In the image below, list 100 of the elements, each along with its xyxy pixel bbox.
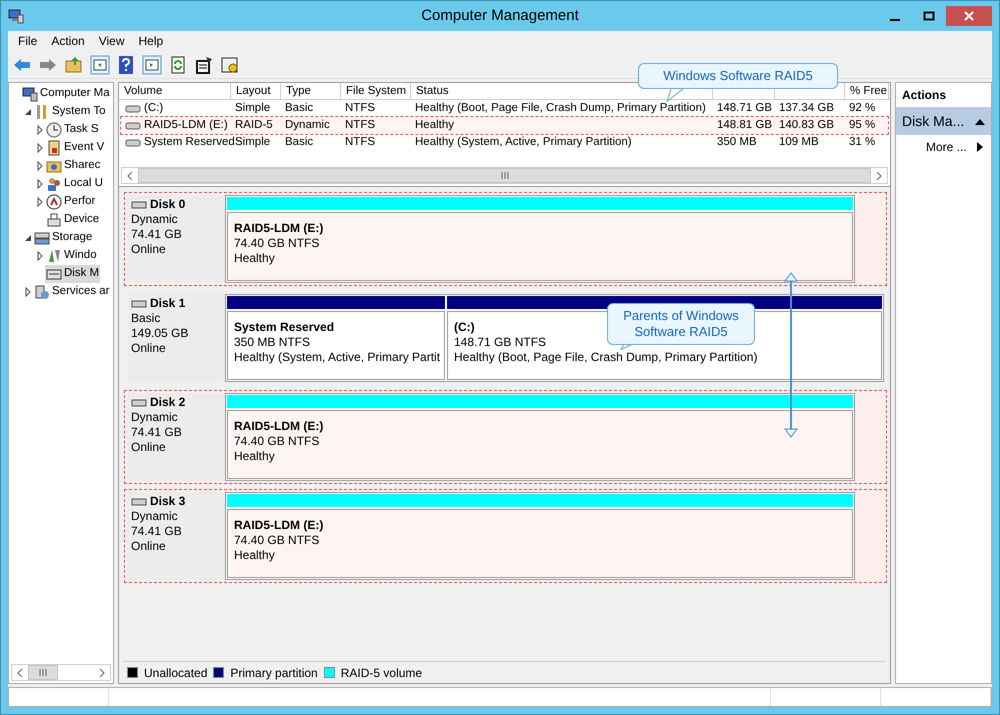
- tree-item[interactable]: Event V: [45, 139, 106, 157]
- performance-icon: [46, 194, 62, 210]
- properties-icon[interactable]: [194, 54, 214, 74]
- computer-management-icon: [8, 8, 24, 24]
- column-header[interactable]: Layout: [231, 83, 281, 99]
- action-link[interactable]: More ...: [896, 135, 983, 156]
- partition-panel[interactable]: RAID5-LDM (E:) 74.40 GB NTFS Healthy: [227, 410, 853, 479]
- tree-item[interactable]: Storage: [33, 229, 94, 247]
- settings-icon[interactable]: [220, 54, 240, 74]
- tree-item[interactable]: Device: [45, 211, 100, 229]
- disk-size: 74.41 GB: [131, 425, 183, 440]
- tree-item[interactable]: Computer Ma: [21, 85, 111, 103]
- expander-icon[interactable]: [35, 161, 45, 171]
- action-pane-icon[interactable]: [142, 54, 162, 74]
- up-folder-icon[interactable]: [64, 54, 84, 74]
- expander-icon[interactable]: [23, 233, 33, 243]
- legend-label: RAID-5 volume: [340, 664, 422, 682]
- tree-item[interactable]: Local U: [45, 175, 104, 193]
- expander-icon[interactable]: [23, 107, 33, 117]
- scroll-left-icon[interactable]: [127, 172, 133, 180]
- users-icon: [46, 176, 62, 192]
- double-arrow-icon: [784, 271, 798, 439]
- table-cell-text: 31 %: [849, 134, 876, 150]
- table-cell-text: RAID-5: [235, 118, 273, 133]
- expander-icon[interactable]: [35, 125, 45, 135]
- expander-icon[interactable]: [35, 197, 45, 207]
- horizontal-scrollbar[interactable]: [121, 167, 888, 184]
- tree-item[interactable]: Windo: [45, 247, 98, 265]
- partition-panel[interactable]: RAID5-LDM (E:) 74.40 GB NTFS Healthy: [227, 212, 853, 281]
- disk-status: Online: [131, 539, 167, 554]
- tree-pane-icon[interactable]: [90, 54, 110, 74]
- legend-label: Unallocated: [144, 664, 208, 682]
- collapse-icon: [975, 118, 985, 124]
- menu-item[interactable]: Help: [132, 32, 170, 50]
- menu-item[interactable]: View: [92, 32, 130, 50]
- disk-name: Disk 0: [150, 197, 186, 212]
- table-cell-text: (C:): [144, 100, 164, 116]
- help-icon[interactable]: [116, 54, 136, 74]
- table-cell-text: 148.81 GB: [717, 118, 772, 133]
- menu-item[interactable]: Action: [45, 32, 91, 50]
- grip-icon[interactable]: [500, 172, 508, 179]
- table-cell-text: 350 MB: [717, 134, 757, 150]
- expander-icon[interactable]: [35, 179, 45, 189]
- table-cell-text: Dynamic: [285, 118, 330, 133]
- tree-item[interactable]: Perfor: [45, 193, 96, 211]
- column-header[interactable]: Volume: [119, 83, 231, 99]
- horizontal-scrollbar[interactable]: [11, 664, 111, 681]
- scroll-right-icon[interactable]: [876, 172, 882, 180]
- disk-type: Dynamic: [131, 509, 179, 524]
- tree-item[interactable]: Disk M: [45, 265, 100, 283]
- disk-size: 74.41 GB: [131, 524, 183, 539]
- scroll-left-icon[interactable]: [17, 668, 23, 676]
- table-cell-text: 148.71 GB: [717, 100, 772, 116]
- partition-title: RAID5-LDM (E:): [234, 221, 324, 236]
- actions-section[interactable]: Disk Ma...: [896, 108, 991, 135]
- menu-item[interactable]: File: [12, 32, 44, 50]
- partition-panel[interactable]: RAID5-LDM (E:) 74.40 GB NTFS Healthy: [227, 509, 853, 578]
- table-cell-text: Healthy: [415, 118, 454, 133]
- table-cell-text: 92 %: [849, 100, 876, 116]
- table-cell-text: 137.34 GB: [779, 100, 834, 116]
- disk-status: Online: [131, 242, 167, 257]
- drive-icon: [125, 138, 141, 148]
- partition-title: RAID5-LDM (E:): [234, 518, 324, 533]
- table-cell-text: Basic: [285, 134, 314, 150]
- scroll-right-icon[interactable]: [99, 668, 105, 676]
- column-header[interactable]: File System: [341, 83, 411, 99]
- disk-status: Online: [131, 341, 167, 356]
- disk-name: Disk 2: [150, 395, 186, 410]
- expander-icon[interactable]: [35, 143, 45, 153]
- backup-icon: [46, 248, 62, 264]
- partition-panel[interactable]: System Reserved 350 MB NTFS Healthy (System, Active, Primary Partit: [227, 311, 445, 380]
- partition-status: Healthy: [234, 449, 275, 464]
- column-header[interactable]: % Free: [845, 83, 889, 99]
- disk-size: 74.41 GB: [131, 227, 183, 242]
- clock-icon: [46, 122, 62, 138]
- partition-title: System Reserved: [234, 320, 334, 335]
- submenu-arrow-icon: [976, 142, 983, 152]
- close-button[interactable]: [946, 6, 992, 26]
- column-header[interactable]: Type: [281, 83, 341, 99]
- expander-icon[interactable]: [35, 251, 45, 261]
- table-cell-text: 95 %: [849, 118, 876, 133]
- table-cell-text: RAID5-LDM (E:): [144, 118, 228, 133]
- tree-item[interactable]: Sharec: [45, 157, 102, 175]
- tree-item[interactable]: Task S: [45, 121, 100, 139]
- computer-icon: [22, 86, 38, 102]
- device-icon: [46, 212, 62, 228]
- grip-icon[interactable]: [39, 669, 47, 676]
- partition-size: 74.40 GB NTFS: [234, 434, 320, 449]
- tree-item[interactable]: Services ar: [33, 283, 111, 301]
- storage-icon: [34, 230, 50, 246]
- disk-type: Dynamic: [131, 410, 179, 425]
- partition-size: 148.71 GB NTFS: [454, 335, 546, 350]
- expander-icon[interactable]: [23, 287, 33, 297]
- tree-item[interactable]: System To: [33, 103, 106, 121]
- disk-size: 149.05 GB: [131, 326, 190, 341]
- table-cell-text: Healthy (Boot, Page File, Crash Dump, Primary Partition): [415, 100, 706, 116]
- legend-label: Primary partition: [230, 664, 318, 682]
- table-cell-text: Simple: [235, 134, 270, 150]
- maximize-icon: [923, 11, 935, 21]
- partition-size: 74.40 GB NTFS: [234, 236, 320, 251]
